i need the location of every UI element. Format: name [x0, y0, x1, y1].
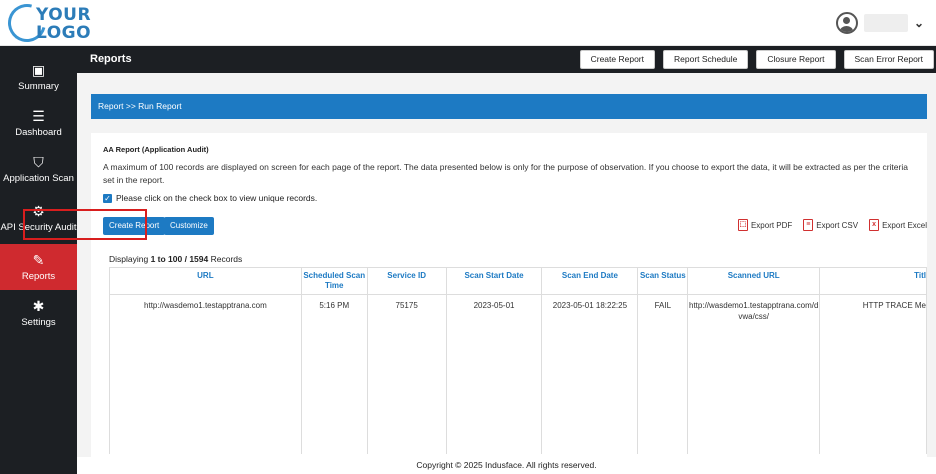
report-title: AA Report (Application Audit) [103, 145, 209, 154]
main-content: Report >> Run Report AA Report (Applicat… [77, 73, 936, 474]
sidebar-item-label: Reports [21, 271, 56, 282]
breadcrumb: Report >> Run Report [91, 94, 927, 119]
highlight-box [23, 209, 147, 240]
export-csv-label: Export CSV [816, 220, 859, 230]
column-header[interactable]: Scheduled Scan Time [300, 267, 368, 295]
sidebar-item-summary[interactable]: ▣ Summary [0, 54, 77, 100]
export-excel-button[interactable]: x Export Excel [869, 219, 927, 231]
pdf-file-icon: ⬚ [737, 219, 748, 231]
record-count-prefix: Displaying [109, 254, 151, 264]
export-excel-label: Export Excel [882, 220, 927, 230]
logo-text-line2: LOGO [36, 23, 92, 43]
column-header[interactable]: URL [109, 267, 302, 295]
user-menu[interactable]: ⌄ [835, 10, 924, 36]
column-header[interactable]: Scan Status [637, 267, 689, 295]
export-actions: ⬚ Export PDF ≡ Export CSV x Export Excel [737, 219, 927, 231]
user-name-placeholder[interactable] [863, 14, 908, 32]
sidebar-item-label: Application Scan [3, 173, 74, 184]
record-count-suffix: Records [208, 254, 243, 264]
export-csv-button[interactable]: ≡ Export CSV [803, 219, 858, 231]
customize-button[interactable]: Customize [164, 217, 214, 235]
logo[interactable]: YOUR LOGO [1, 0, 98, 49]
table-header-row: URL Scheduled Scan Time Service ID Scan … [109, 267, 927, 295]
column-header[interactable]: Service ID [366, 267, 447, 295]
page-header: Reports Create Report Report Schedule Cl… [77, 46, 936, 73]
shield-icon: ⛉ [33, 154, 44, 170]
edit-icon: ✎ [32, 252, 45, 268]
scan-error-report-button[interactable]: Scan Error Report [843, 50, 934, 69]
export-pdf-label: Export PDF [750, 220, 793, 230]
column-header[interactable]: Scanned URL [687, 267, 821, 295]
sidebar-item-settings[interactable]: ✱ Settings [0, 290, 77, 336]
top-bar: YOUR LOGO ⌄ [0, 0, 936, 49]
column-header[interactable]: Titl [819, 267, 927, 295]
closure-report-button[interactable]: Closure Report [756, 50, 836, 69]
sidebar-item-reports[interactable]: ✎ Reports [0, 244, 77, 290]
table-cell: 5:16 PM [300, 294, 368, 454]
record-count: Displaying 1 to 100 / 1594 Records [109, 254, 242, 264]
gear-icon: ✱ [32, 298, 45, 314]
table-cell: http://wasdemo1.testapptrana.com [109, 294, 302, 454]
chevron-down-icon[interactable]: ⌄ [914, 16, 924, 30]
column-header[interactable]: Scan Start Date [445, 267, 543, 295]
report-description: A maximum of 100 records are displayed o… [103, 162, 908, 185]
dashboard-icon: ☰ [32, 108, 45, 124]
checkbox-label: Please click on the check box to view un… [116, 193, 318, 203]
user-avatar-icon[interactable] [835, 12, 858, 34]
sidebar: ▣ Summary ☰ Dashboard ⛉ Application Scan… [0, 46, 77, 474]
table-cell: 2023-05-01 18:22:25 [541, 294, 639, 454]
report-panel: AA Report (Application Audit) A maximum … [91, 133, 927, 474]
csv-file-icon: ≡ [803, 219, 814, 231]
sidebar-item-label: Dashboard [15, 127, 62, 138]
header-actions: Create Report Report Schedule Closure Re… [579, 50, 934, 69]
table-cell: http://wasdemo1.testapptrana.com/dvwa/cs… [687, 294, 821, 454]
checkbox-checked-icon[interactable]: ✓ [103, 193, 112, 203]
record-count-range: 1 to 100 / 1594 [150, 254, 209, 264]
sidebar-item-dashboard[interactable]: ☰ Dashboard [0, 100, 77, 146]
footer: Copyright © 2025 Indusface. All rights r… [77, 457, 936, 474]
summary-icon: ▣ [31, 62, 46, 78]
unique-records-checkbox-row[interactable]: ✓ Please click on the check box to view … [103, 193, 317, 203]
table-cell: HTTP TRACE Me [819, 294, 927, 454]
excel-file-icon: x [869, 219, 880, 231]
table-cell: FAIL [637, 294, 689, 454]
column-header[interactable]: Scan End Date [541, 267, 639, 295]
table-cell: 75175 [366, 294, 447, 454]
sidebar-item-label: Settings [21, 317, 56, 328]
table-cell: 2023-05-01 [445, 294, 543, 454]
report-table: URL Scheduled Scan Time Service ID Scan … [109, 267, 927, 454]
sidebar-item-application-scan[interactable]: ⛉ Application Scan [0, 146, 77, 192]
logo-text-line1: YOUR [36, 5, 92, 25]
export-pdf-button[interactable]: ⬚ Export PDF [737, 219, 793, 231]
create-report-button[interactable]: Create Report [579, 50, 655, 69]
table-row[interactable]: http://wasdemo1.testapptrana.com 5:16 PM… [109, 294, 927, 454]
sidebar-item-label: Summary [18, 81, 59, 92]
report-schedule-button[interactable]: Report Schedule [663, 50, 749, 69]
page-title: Reports [90, 53, 132, 65]
